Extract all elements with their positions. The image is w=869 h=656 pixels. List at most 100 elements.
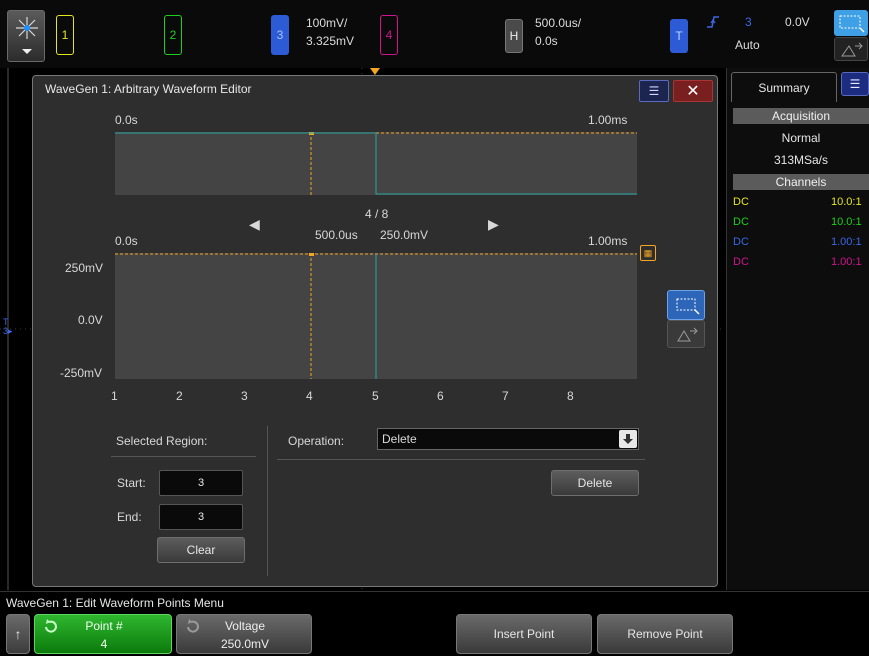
channel-3-offset[interactable]: 3.325mV bbox=[306, 32, 354, 50]
y-label-bottom: -250mV bbox=[60, 366, 103, 380]
keysight-logo-button[interactable] bbox=[7, 10, 45, 62]
main-end-time: 1.00ms bbox=[588, 234, 628, 248]
menu-icon: ☰ bbox=[648, 84, 660, 98]
channel-4-button[interactable]: 4 bbox=[380, 15, 398, 55]
channel-2-probe-ratio: 10.0:1 bbox=[831, 216, 862, 228]
channel-4-coupling: DC bbox=[733, 256, 749, 268]
delay-value[interactable]: 0.0s bbox=[535, 32, 558, 50]
operation-divider bbox=[277, 459, 645, 460]
overview-waveform-trace bbox=[115, 131, 637, 195]
x-tick-3: 3 bbox=[241, 389, 248, 403]
plot-edit-button[interactable] bbox=[667, 320, 705, 348]
point-number-softkey[interactable]: Point # 4 bbox=[34, 614, 172, 654]
horizontal-label: H bbox=[509, 29, 519, 43]
channel-1-coupling: DC bbox=[733, 196, 749, 208]
x-tick-4: 4 bbox=[306, 389, 313, 403]
arbitrary-waveform-editor-dialog: WaveGen 1: Arbitrary Waveform Editor ☰ ✕… bbox=[32, 75, 718, 587]
next-point-button[interactable]: ▶ bbox=[488, 216, 499, 233]
channel-3-ground-marker: T 3▸ bbox=[3, 317, 13, 336]
channel-1-probe-ratio: 10.0:1 bbox=[831, 196, 862, 208]
timebase-value[interactable]: 500.0us/ bbox=[535, 14, 581, 32]
end-field[interactable]: 3 bbox=[159, 504, 243, 530]
dialog-close-button[interactable]: ✕ bbox=[673, 80, 713, 102]
previous-point-button[interactable]: ◀ bbox=[249, 216, 260, 233]
auto-scale-icon[interactable]: ▦ bbox=[640, 245, 656, 261]
overview-start-time: 0.0s bbox=[115, 113, 138, 127]
selected-region-title: Selected Region: bbox=[116, 434, 208, 448]
delete-button[interactable]: Delete bbox=[551, 470, 639, 496]
y-label-top: 250mV bbox=[65, 261, 104, 275]
x-tick-8: 8 bbox=[567, 389, 574, 403]
up-arrow-icon: ↑ bbox=[14, 626, 22, 642]
clear-label: Clear bbox=[186, 543, 216, 557]
summary-side-panel: Summary ☰ Acquisition Normal 313MSa/s Ch… bbox=[726, 68, 869, 590]
point-time-readout: 500.0us bbox=[315, 228, 358, 242]
x-tick-5: 5 bbox=[372, 389, 379, 403]
top-status-bar: 1 2 3 100mV/ 3.325mV 4 H 500.0us/ 0.0s T… bbox=[0, 0, 869, 68]
trigger-level[interactable]: 0.0V bbox=[785, 13, 810, 31]
channel-1-label: 1 bbox=[61, 28, 69, 42]
acquisition-mode: Normal bbox=[781, 131, 821, 145]
point-number-value: 4 bbox=[100, 637, 108, 651]
point-voltage-readout: 250.0mV bbox=[380, 228, 429, 242]
plot-zoom-button[interactable] bbox=[667, 290, 705, 320]
channel-4-probe-ratio: 1.00:1 bbox=[831, 256, 862, 268]
chevron-down-icon bbox=[619, 430, 637, 448]
tab-summary[interactable]: Summary bbox=[731, 72, 837, 102]
dialog-menu-button[interactable]: ☰ bbox=[639, 80, 669, 102]
end-value: 3 bbox=[197, 511, 205, 523]
start-label: Start: bbox=[117, 476, 146, 490]
trigger-source: 3 bbox=[745, 15, 752, 29]
close-icon: ✕ bbox=[686, 83, 700, 100]
point-position-readout: 4 / 8 bbox=[365, 207, 389, 221]
starburst-logo-icon bbox=[16, 17, 38, 54]
gesture-mode-button[interactable] bbox=[834, 37, 868, 61]
overview-waveform-plot[interactable] bbox=[115, 131, 637, 195]
trigger-position-marker bbox=[370, 68, 380, 75]
channel-3-button[interactable]: 3 bbox=[271, 15, 289, 55]
sample-rate: 313MSa/s bbox=[773, 153, 829, 167]
channel-4-label: 4 bbox=[385, 28, 393, 42]
panel-menu-button[interactable]: ☰ bbox=[841, 72, 869, 96]
clear-button[interactable]: Clear bbox=[157, 537, 245, 563]
menu-icon: ☰ bbox=[849, 77, 861, 91]
remove-point-button[interactable]: Remove Point bbox=[597, 614, 733, 654]
dialog-title: WaveGen 1: Arbitrary Waveform Editor bbox=[45, 82, 252, 96]
main-waveform-plot[interactable] bbox=[115, 252, 637, 379]
x-tick-6: 6 bbox=[437, 389, 444, 403]
operation-select[interactable]: Delete bbox=[377, 428, 639, 450]
overview-end-time: 1.00ms bbox=[588, 113, 628, 127]
channel-2-label: 2 bbox=[169, 28, 177, 42]
insert-point-button[interactable]: Insert Point bbox=[456, 614, 592, 654]
x-tick-2: 2 bbox=[176, 389, 183, 403]
delete-label: Delete bbox=[577, 476, 613, 490]
zoom-select-button[interactable] bbox=[834, 10, 868, 36]
vertical-divider bbox=[267, 426, 268, 576]
channel-2-button[interactable]: 2 bbox=[164, 15, 182, 55]
main-waveform-trace bbox=[115, 252, 637, 379]
x-axis-ticks: 1 2 3 4 5 6 7 8 bbox=[33, 379, 719, 409]
channel-1-button[interactable]: 1 bbox=[56, 15, 74, 55]
trigger-button[interactable]: T bbox=[670, 19, 688, 53]
voltage-value: 250.0mV bbox=[220, 637, 270, 651]
back-button[interactable]: ↑ bbox=[6, 614, 30, 654]
horizontal-button[interactable]: H bbox=[505, 19, 523, 53]
channel-3-probe-ratio: 1.00:1 bbox=[831, 236, 862, 248]
trigger-label: T bbox=[675, 29, 683, 43]
trigger-mode[interactable]: Auto bbox=[735, 36, 760, 54]
channel-3-scale[interactable]: 100mV/ bbox=[306, 14, 347, 32]
start-field[interactable]: 3 bbox=[159, 470, 243, 496]
point-number-label: Point # bbox=[85, 619, 123, 633]
channel-3-coupling: DC bbox=[733, 236, 749, 248]
measure-gesture-icon bbox=[677, 327, 698, 342]
x-tick-1: 1 bbox=[111, 389, 118, 403]
region-divider bbox=[111, 456, 256, 457]
start-value: 3 bbox=[197, 477, 205, 489]
channel-2-coupling: DC bbox=[733, 216, 749, 228]
x-tick-7: 7 bbox=[502, 389, 509, 403]
zoom-box-icon bbox=[839, 15, 865, 33]
remove-point-label: Remove Point bbox=[627, 627, 703, 641]
end-label: End: bbox=[117, 510, 142, 524]
tab-summary-label: Summary bbox=[758, 80, 810, 95]
voltage-softkey[interactable]: Voltage 250.0mV bbox=[176, 614, 312, 654]
